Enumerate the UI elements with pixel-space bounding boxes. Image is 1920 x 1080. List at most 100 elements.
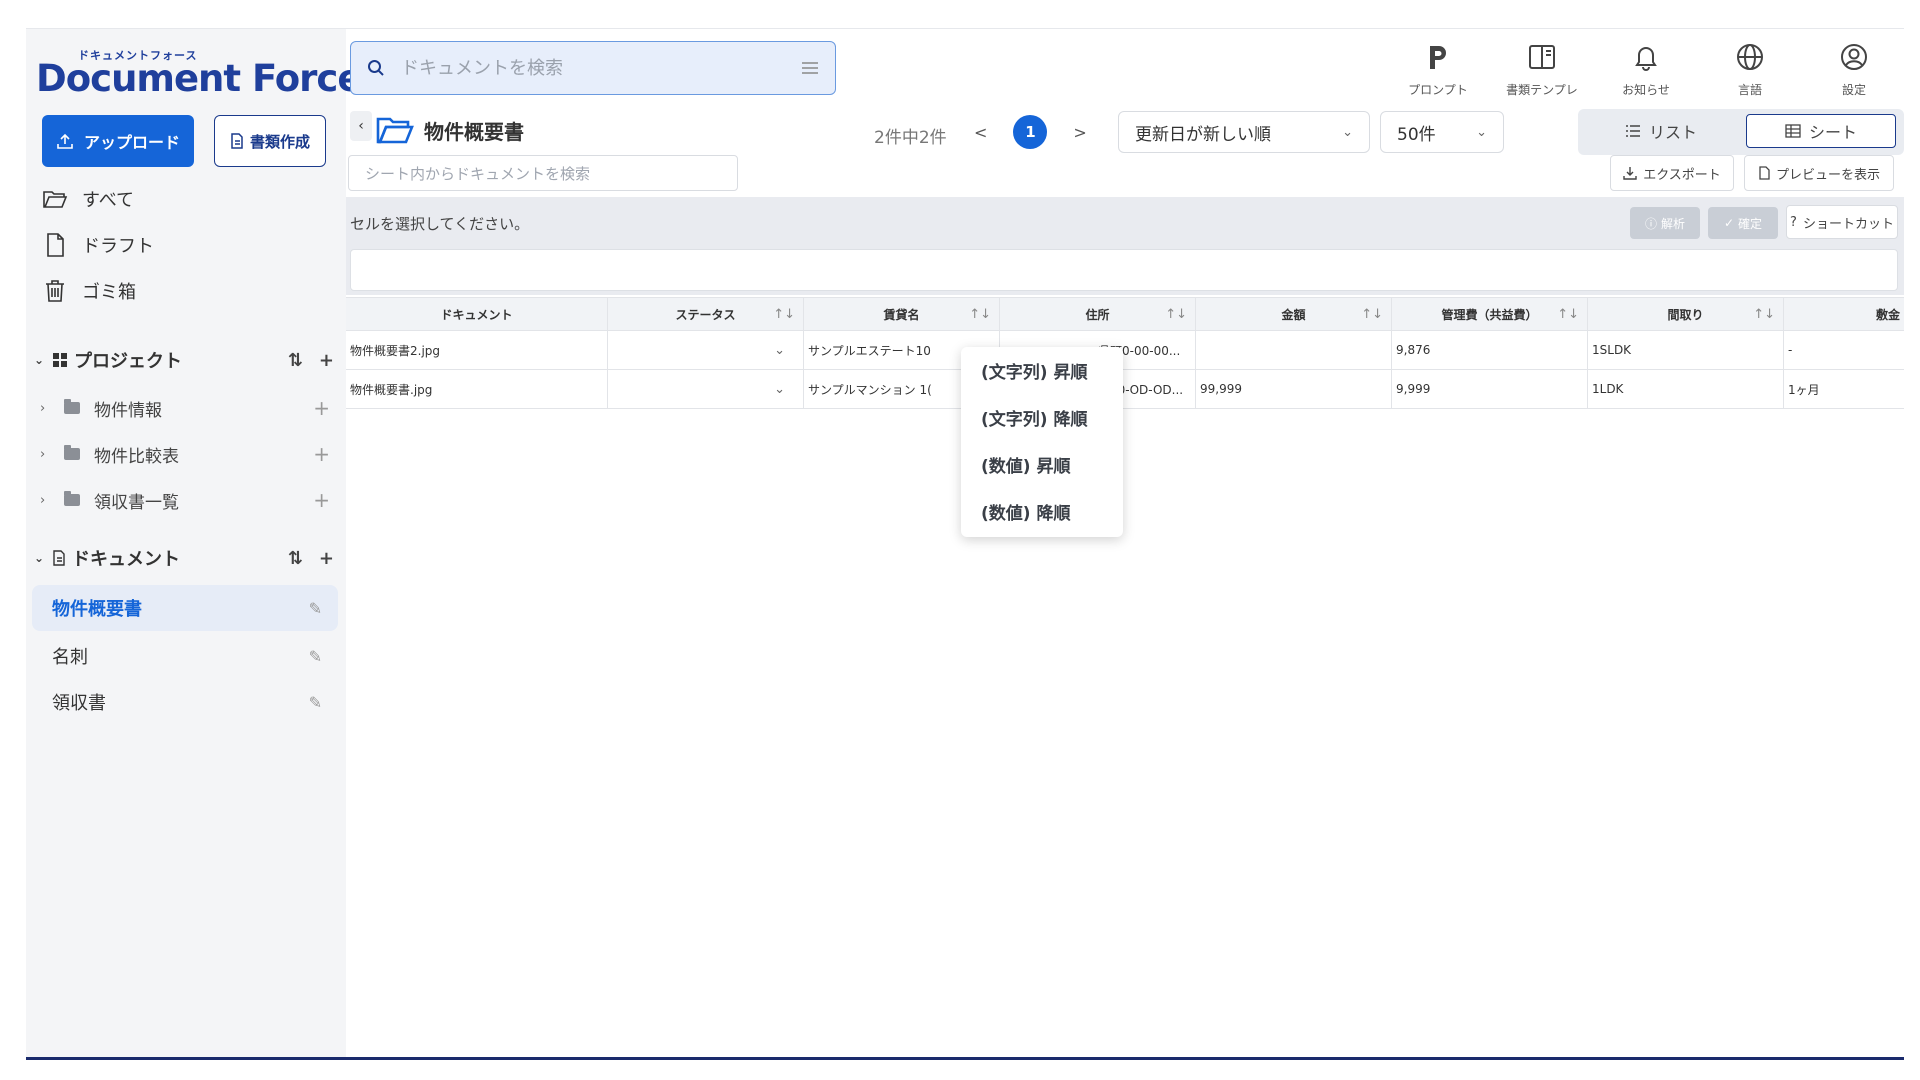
- prompt-button[interactable]: プロンプト: [1398, 39, 1478, 98]
- sort-icon[interactable]: ⇅: [288, 548, 303, 569]
- column-header-status[interactable]: ステータス ↑↓: [608, 298, 804, 330]
- per-page-select[interactable]: 50件 ⌄: [1380, 111, 1504, 153]
- column-header-management-fee[interactable]: 管理費（共益費） ↑↓: [1392, 298, 1588, 330]
- table-cell[interactable]: [1196, 331, 1392, 369]
- collapse-sidebar-button[interactable]: ‹: [350, 111, 372, 141]
- table-row: 物件概要書.jpg ⌄ サンプルマンション 1( 市00-OD-OD... 99…: [346, 370, 1904, 409]
- sort-arrows-icon[interactable]: ↑↓: [969, 307, 991, 322]
- add-icon[interactable]: +: [313, 396, 330, 420]
- documents-title: ドキュメント: [72, 549, 180, 570]
- menu-icon[interactable]: [801, 61, 819, 75]
- table-cell[interactable]: 物件概要書2.jpg: [346, 331, 608, 369]
- column-header-deposit[interactable]: 敷金: [1784, 298, 1904, 330]
- document-search-box[interactable]: [350, 41, 836, 95]
- projects-section-header[interactable]: ⌄ プロジェクト ⇅ +: [34, 345, 334, 375]
- document-item-label: 領収書: [52, 693, 106, 714]
- project-item-receipt-list[interactable]: › 領収書一覧 +: [40, 485, 330, 515]
- project-item-property-info[interactable]: › 物件情報 +: [40, 393, 330, 423]
- chevron-right-icon[interactable]: ›: [40, 447, 58, 462]
- project-item-property-compare[interactable]: › 物件比較表 +: [40, 439, 330, 469]
- notifications-label: お知らせ: [1622, 83, 1670, 97]
- sort-option-string-desc[interactable]: (文字列) 降順: [961, 394, 1123, 441]
- pencil-icon[interactable]: ✎: [309, 647, 322, 666]
- chevron-down-icon[interactable]: ⌄: [34, 551, 52, 565]
- app-logo[interactable]: ドキュメントフォース Document Force: [36, 47, 362, 100]
- create-document-button[interactable]: 書類作成: [214, 115, 326, 167]
- sheet-search-input[interactable]: [363, 156, 727, 192]
- table-cell[interactable]: 1SLDK: [1588, 331, 1784, 369]
- analyze-button[interactable]: ⓘ 解析: [1630, 207, 1700, 239]
- chevron-right-icon[interactable]: ›: [40, 493, 58, 508]
- sort-arrows-icon[interactable]: ↑↓: [1165, 307, 1187, 322]
- language-button[interactable]: 言語: [1710, 39, 1790, 98]
- status-select-cell[interactable]: ⌄: [608, 331, 804, 369]
- table-cell[interactable]: 9,876: [1392, 331, 1588, 369]
- document-item-business-card[interactable]: 名刺 ✎: [32, 633, 338, 679]
- chevron-down-icon[interactable]: ⌄: [34, 353, 52, 367]
- cell-value-input[interactable]: [350, 249, 1898, 291]
- sort-arrows-icon[interactable]: ↑↓: [1361, 307, 1383, 322]
- template-button[interactable]: 書類テンプレ: [1502, 39, 1582, 98]
- document-item-label: 物件概要書: [52, 599, 142, 620]
- chevron-down-icon[interactable]: ⌄: [774, 343, 785, 358]
- sort-option-number-asc[interactable]: (数値) 昇順: [961, 441, 1123, 488]
- page-prev-button[interactable]: <: [974, 123, 987, 142]
- column-header-layout[interactable]: 間取り ↑↓: [1588, 298, 1784, 330]
- chevron-down-icon: ⌄: [1342, 124, 1353, 140]
- add-icon[interactable]: +: [313, 442, 330, 466]
- documents-section-header[interactable]: ⌄ ドキュメント ⇅ +: [34, 543, 334, 573]
- sort-arrows-icon[interactable]: ↑↓: [773, 307, 795, 322]
- table-cell[interactable]: -: [1784, 331, 1904, 369]
- chevron-down-icon[interactable]: ⌄: [774, 382, 785, 397]
- table-cell[interactable]: 9,999: [1392, 370, 1588, 408]
- nav-item-all[interactable]: すべて: [42, 183, 134, 215]
- page-next-button[interactable]: >: [1073, 123, 1086, 142]
- page-current-button[interactable]: 1: [1013, 115, 1048, 149]
- sidebar: ドキュメントフォース Document Force アップロード 書類作成 すべ…: [26, 29, 362, 1057]
- sort-arrows-icon[interactable]: ↑↓: [1557, 307, 1579, 322]
- add-icon[interactable]: +: [313, 488, 330, 512]
- language-label: 言語: [1737, 83, 1762, 97]
- pencil-icon[interactable]: ✎: [309, 599, 322, 618]
- settings-button[interactable]: 設定: [1814, 39, 1894, 98]
- document-search-input[interactable]: [399, 56, 801, 80]
- sheet-view-button[interactable]: シート: [1746, 114, 1896, 148]
- table-cell[interactable]: 1ヶ月: [1784, 370, 1904, 408]
- document-item-receipt[interactable]: 領収書 ✎: [32, 679, 338, 725]
- upload-button-label: アップロード: [83, 133, 180, 152]
- pencil-icon[interactable]: ✎: [309, 693, 322, 712]
- column-header-label: 敷金: [1875, 307, 1900, 322]
- cell-editor-area: [346, 247, 1904, 295]
- shortcut-button[interactable]: ? ショートカット: [1786, 205, 1898, 239]
- table-cell[interactable]: 99,999: [1196, 370, 1392, 408]
- sort-arrows-icon[interactable]: ↑↓: [1753, 307, 1775, 322]
- upload-button[interactable]: アップロード: [42, 115, 194, 167]
- add-document-icon[interactable]: +: [319, 548, 334, 569]
- confirm-button[interactable]: ✓ 確定: [1708, 207, 1778, 239]
- export-label: エクスポート: [1643, 167, 1721, 183]
- document-item-property-summary[interactable]: 物件概要書 ✎: [32, 585, 338, 631]
- sheet-search-box[interactable]: [348, 155, 738, 192]
- sort-icon[interactable]: ⇅: [288, 350, 303, 371]
- analyze-label: 解析: [1661, 216, 1686, 231]
- nav-item-trash[interactable]: ゴミ箱: [42, 275, 136, 307]
- add-project-icon[interactable]: +: [319, 350, 334, 371]
- show-preview-button[interactable]: プレビューを表示: [1744, 155, 1894, 191]
- column-header-amount[interactable]: 金額 ↑↓: [1196, 298, 1392, 330]
- sort-option-number-desc[interactable]: (数値) 降順: [961, 488, 1123, 535]
- sort-order-select[interactable]: 更新日が新しい順 ⌄: [1118, 111, 1370, 153]
- column-header-rental-name[interactable]: 賃貸名 ↑↓: [804, 298, 1000, 330]
- chevron-right-icon[interactable]: ›: [40, 401, 58, 416]
- template-book-icon: [1529, 45, 1555, 69]
- status-select-cell[interactable]: ⌄: [608, 370, 804, 408]
- list-view-button[interactable]: リスト: [1586, 114, 1736, 148]
- sort-option-string-asc[interactable]: (文字列) 昇順: [961, 347, 1123, 394]
- nav-item-draft[interactable]: ドラフト: [42, 229, 154, 261]
- table-cell[interactable]: 物件概要書.jpg: [346, 370, 608, 408]
- export-button[interactable]: エクスポート: [1610, 155, 1734, 191]
- column-header-address[interactable]: 住所 ↑↓: [1000, 298, 1196, 330]
- column-header-document[interactable]: ドキュメント: [346, 298, 608, 330]
- notifications-button[interactable]: お知らせ: [1606, 39, 1686, 98]
- bell-icon: [1635, 47, 1657, 71]
- table-cell[interactable]: 1LDK: [1588, 370, 1784, 408]
